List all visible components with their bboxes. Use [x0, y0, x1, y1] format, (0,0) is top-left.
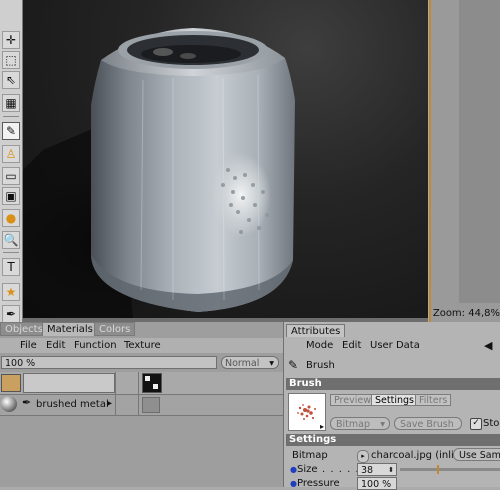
- column-divider: [115, 372, 116, 416]
- tab-settings[interactable]: Settings: [371, 394, 418, 406]
- size-slider[interactable]: [400, 465, 500, 474]
- brush-tool-icon[interactable]: ✎: [2, 122, 20, 140]
- layer-mask-icon: [142, 373, 162, 393]
- bitmap-type-select[interactable]: Bitmap ▾: [330, 417, 390, 430]
- stamp-tool-icon[interactable]: ♙: [2, 145, 20, 163]
- camera-icon[interactable]: ▦: [2, 94, 20, 112]
- material-row[interactable]: ✒ brushed metal ▸: [0, 395, 283, 416]
- pen-icon: ✒: [22, 396, 32, 409]
- store-checkbox[interactable]: ✓: [470, 418, 482, 430]
- magnify-tool-icon[interactable]: 🔍: [2, 231, 20, 249]
- star-tool-icon[interactable]: ★: [2, 283, 20, 301]
- bitmap-type-value: Bitmap: [336, 419, 370, 430]
- back-arrow-icon[interactable]: ◀: [484, 338, 492, 353]
- tool-palette: ✛ ⬚ ⇖ ▦ ✎ ♙ ▭ ▣ ● 🔍 T ★ ✒: [0, 0, 23, 323]
- pressure-value: 100 %: [361, 479, 392, 490]
- blend-mode-value: Normal: [225, 358, 260, 369]
- live-select-icon[interactable]: ⇖: [2, 71, 20, 89]
- fill-tool-icon[interactable]: ▣: [2, 187, 20, 205]
- pressure-value-field[interactable]: 100 %: [357, 477, 397, 490]
- rect-select-icon[interactable]: ⬚: [2, 51, 20, 69]
- size-bullet-icon: ●: [290, 465, 297, 474]
- drop-tool-icon[interactable]: ●: [2, 209, 20, 227]
- side-panel-inner: [459, 0, 500, 303]
- tab-materials[interactable]: Materials: [42, 322, 98, 336]
- stepper-icon: ⬍: [388, 466, 394, 474]
- preview-expand-icon[interactable]: ▸: [320, 422, 324, 431]
- brush-section-header: Brush: [286, 378, 500, 390]
- menu-texture[interactable]: Texture: [124, 338, 161, 353]
- size-value: 38: [361, 465, 374, 476]
- dropper-tool-icon[interactable]: ✒: [2, 305, 20, 323]
- zoom-label: Zoom: 44,8%: [432, 308, 500, 319]
- use-sample-button[interactable]: Use Sam: [453, 448, 500, 461]
- layer-slot: [23, 373, 115, 393]
- size-slider-handle[interactable]: [437, 465, 439, 474]
- brush-preview: ▸: [288, 393, 326, 431]
- render-viewport[interactable]: [23, 0, 428, 318]
- toolbar-separator: [3, 116, 19, 117]
- move-tool-icon[interactable]: ✛: [2, 31, 20, 49]
- layer-row[interactable]: [0, 372, 283, 395]
- bitmap-picker-arrow-icon[interactable]: ▸: [357, 450, 369, 463]
- pressure-label: Pressure: [297, 478, 340, 489]
- eraser-tool-icon[interactable]: ▭: [2, 167, 20, 185]
- bitmap-label: Bitmap: [292, 450, 328, 461]
- text-tool-icon[interactable]: T: [2, 258, 20, 276]
- expand-arrow-icon[interactable]: ▸: [107, 398, 112, 409]
- tab-attributes[interactable]: Attributes: [286, 324, 346, 337]
- attributes-menubar: Mode Edit User Data ◀: [284, 338, 500, 353]
- materials-panel: Objects Materials Colors File Edit Funct…: [0, 322, 283, 487]
- toolbar-separator: [3, 252, 19, 253]
- layer-opacity-field[interactable]: 100 %: [1, 356, 217, 369]
- save-brush-button[interactable]: Save Brush: [394, 417, 462, 430]
- menu-file[interactable]: File: [20, 338, 37, 353]
- tab-objects[interactable]: Objects: [0, 322, 48, 336]
- materials-menubar: File Edit Function Texture: [0, 338, 283, 353]
- tab-colors[interactable]: Colors: [94, 322, 136, 336]
- material-name: brushed metal: [36, 399, 109, 410]
- settings-section-header: Settings: [286, 434, 500, 446]
- brush-icon: ✎: [288, 358, 299, 372]
- layer-thumbnail-icon: [1, 374, 21, 392]
- store-label: Sto: [483, 418, 500, 429]
- menu-user-data[interactable]: User Data: [370, 338, 420, 353]
- chevron-down-icon: ▾: [269, 358, 274, 369]
- material-sphere-icon: [1, 396, 17, 412]
- blend-mode-select[interactable]: Normal ▾: [221, 356, 279, 369]
- material-mask-slot: [142, 397, 160, 413]
- chevron-down-icon: ▾: [380, 419, 385, 430]
- rendered-can-image: [23, 28, 295, 318]
- tab-filters[interactable]: Filters: [415, 394, 452, 406]
- menu-function[interactable]: Function: [74, 338, 117, 353]
- menu-edit[interactable]: Edit: [46, 338, 65, 353]
- size-value-field[interactable]: 38 ⬍: [357, 463, 397, 476]
- tool-name: Brush: [306, 360, 335, 371]
- menu-mode[interactable]: Mode: [306, 338, 333, 353]
- menu-edit[interactable]: Edit: [342, 338, 361, 353]
- attributes-panel: Attributes Mode Edit User Data ◀ ✎ Brush…: [283, 322, 500, 490]
- size-label: Size: [297, 464, 318, 475]
- tab-preview[interactable]: Preview: [330, 394, 375, 406]
- column-divider: [138, 372, 139, 416]
- bitmap-file: charcoal.jpg (inli: [371, 450, 454, 461]
